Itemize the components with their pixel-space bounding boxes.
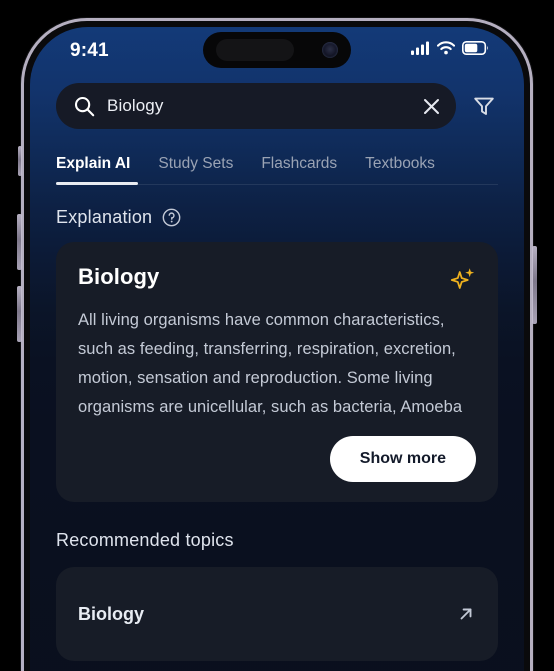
volume-down-button[interactable] [17,286,22,342]
tab-textbooks-label: Textbooks [365,155,435,172]
dynamic-island [203,32,351,68]
tab-textbooks[interactable]: Textbooks [365,149,435,185]
filter-icon [474,97,494,115]
tab-study-sets[interactable]: Study Sets [158,149,233,185]
explanation-card-body: All living organisms have common charact… [78,311,463,416]
status-indicators [411,41,489,55]
phone-device: 9:41 Biology Explain AI Study Sets Flash… [17,18,537,671]
filter-button[interactable] [470,92,498,120]
explanation-section-header: Explanation [56,207,498,228]
search-icon [74,96,95,116]
explanation-card-header: Biology [78,264,476,292]
tab-study-sets-label: Study Sets [158,155,234,172]
explanation-card-actions: Show more [78,436,476,482]
battery-icon [462,41,488,55]
tab-flashcards-label: Flashcards [261,155,338,172]
arrow-up-right-icon [460,608,472,620]
power-button[interactable] [532,246,537,324]
wifi-icon [437,41,455,55]
explanation-section-title: Explanation [56,207,153,227]
phone-screen: 9:41 Biology Explain AI Study Sets Flash… [30,27,524,671]
tab-explain-ai[interactable]: Explain AI [56,149,130,185]
content-area: Explanation Biology All living organisms… [30,207,524,661]
tab-bar: Explain AI Study Sets Flashcards Textboo… [30,149,524,185]
cellular-signal-icon [411,41,429,55]
silent-switch-button[interactable] [18,146,22,176]
dynamic-island-pill [216,39,294,61]
question-mark-circle-icon[interactable] [162,208,181,227]
sparkles-icon [450,268,475,289]
explanation-card-title: Biology [78,264,160,289]
tab-explain-ai-label: Explain AI [56,155,131,172]
tab-flashcards[interactable]: Flashcards [261,149,337,185]
search-row: Biology [30,77,524,129]
recommended-topic-label: Biology [78,603,144,624]
search-value: Biology [107,96,164,115]
status-bar: 9:41 [30,27,524,77]
show-more-button[interactable]: Show more [329,436,476,482]
screenshot-canvas: 9:41 Biology Explain AI Study Sets Flash… [0,0,554,671]
close-icon[interactable] [423,98,440,115]
recommended-topics-title: Recommended topics [56,530,234,550]
recommended-topic-item[interactable]: Biology [56,567,498,661]
status-time: 9:41 [70,40,109,61]
front-camera-icon [322,42,338,58]
tab-active-indicator [56,182,138,185]
search-input[interactable]: Biology [56,83,456,129]
volume-up-button[interactable] [17,214,22,270]
explanation-card: Biology All living organisms have common… [56,242,498,502]
